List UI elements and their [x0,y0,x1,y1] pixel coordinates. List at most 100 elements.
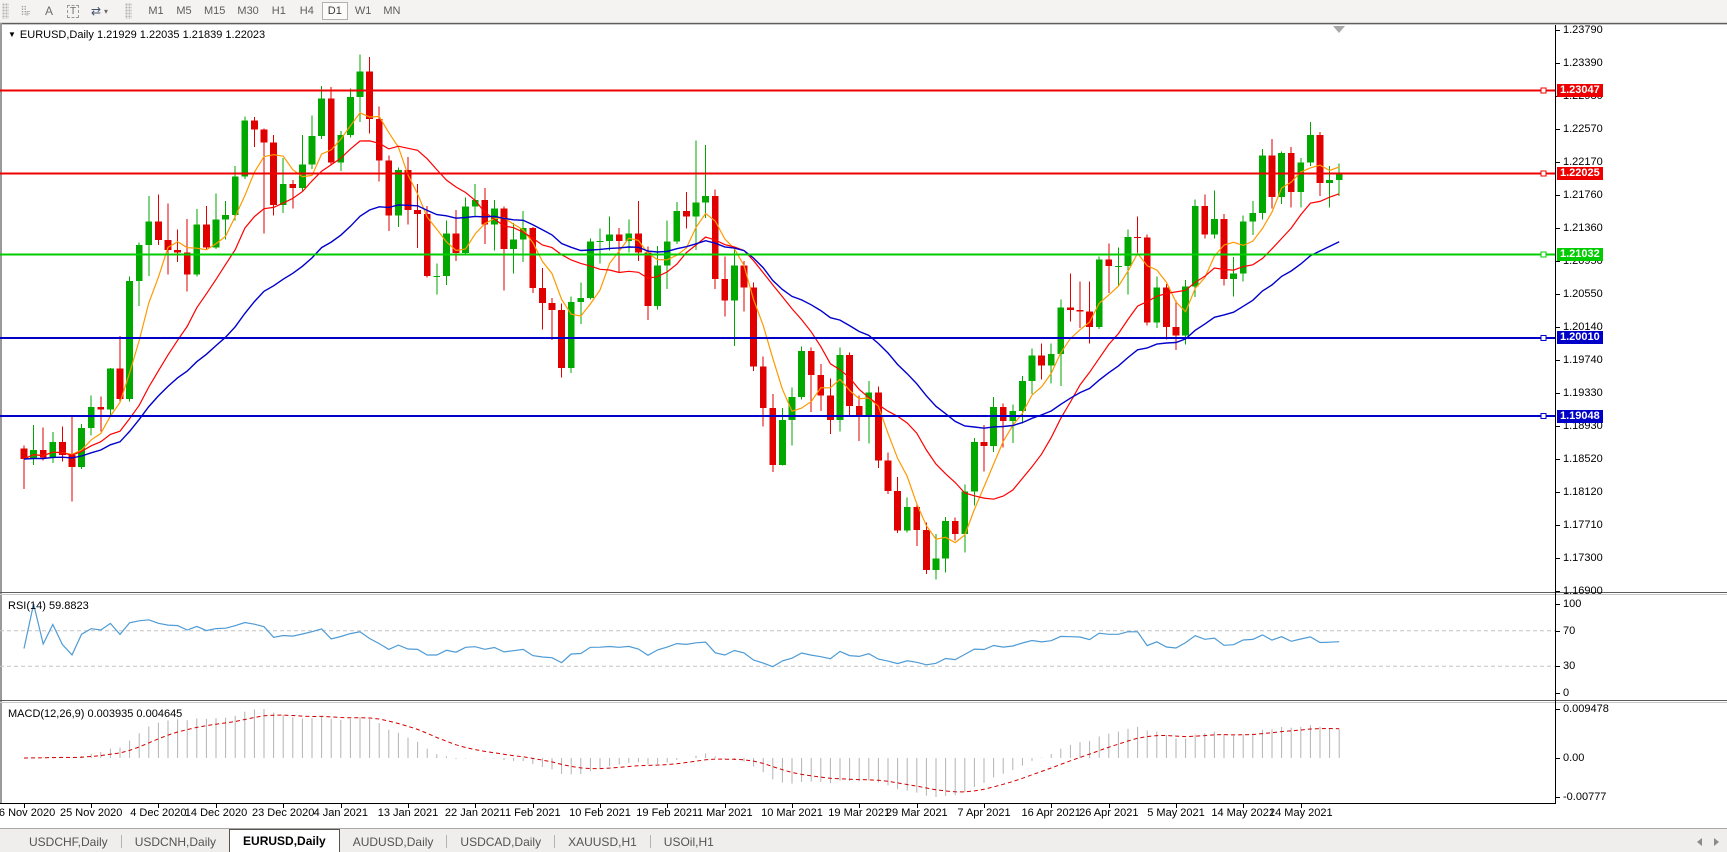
grid-f-glyph: ⣿F [21,5,30,18]
grid-f-icon[interactable]: ⣿F [13,1,37,21]
tab-scroll-right-icon[interactable] [1714,838,1719,846]
candle-body [549,303,556,310]
timeframe-button-d1[interactable]: D1 [322,2,348,20]
panel-separator[interactable] [0,592,1727,593]
candle-body [1000,407,1007,421]
candle-body [673,211,680,242]
chart-tab-eurusd[interactable]: EURUSD,Daily [229,829,340,852]
candle-body [741,265,748,287]
candle-body [289,184,296,188]
text-a-icon[interactable]: A [37,1,61,21]
price-axis-label: 1.19740 [1563,354,1603,366]
candle-body [952,521,959,534]
price-axis-label: 1.21760 [1563,189,1603,201]
chart-tab-audusd[interactable]: AUDUSD,Daily [340,832,447,852]
arrows-tool-icon[interactable]: ⇄ ▾ [85,1,117,21]
tab-scroll-left-icon[interactable] [1697,838,1702,846]
date-axis-label: 4 Jan 2021 [314,807,368,819]
rsi-value: 59.8823 [49,600,89,612]
candle-body [885,461,892,491]
level-line[interactable] [0,88,1555,93]
timeframe-button-mn[interactable]: MN [378,2,405,20]
price-axis-label: 1.16900 [1563,585,1603,597]
timeframe-button-h1[interactable]: H1 [266,2,292,20]
candle-body [232,177,239,215]
candle-body [1278,153,1285,197]
macd-chart[interactable] [0,703,1556,803]
timeframe-button-h4[interactable]: H4 [294,2,320,20]
toolbar-grip-2[interactable] [125,3,132,19]
price-axis-tick [1556,426,1560,427]
date-axis-label: 4 Dec 2020 [130,807,186,819]
candle-body [568,302,575,368]
candle-body [1326,180,1333,183]
candle-body [1211,219,1218,234]
candle-body [577,298,584,302]
candle-body [1115,266,1122,267]
macd-axis-label: 0.009478 [1563,703,1609,715]
chart-tab-usdcad[interactable]: USDCAD,Daily [447,832,554,852]
rsi-chart[interactable] [0,595,1556,700]
candle-body [1067,308,1074,310]
chart-tab-usoil[interactable]: USOil,H1 [651,832,727,852]
candle-body [606,234,613,241]
timeframe-button-m30[interactable]: M30 [232,2,263,20]
candle-body [193,225,200,275]
candle-body [817,375,824,395]
date-axis-label: 10 Mar 2021 [761,807,823,819]
candle-body [1048,354,1055,365]
chart-tab-usdchf[interactable]: USDCHF,Daily [16,832,121,852]
timeframe-button-w1[interactable]: W1 [350,2,377,20]
timeframe-button-m1[interactable]: M1 [143,2,169,20]
candle-body [88,407,95,428]
ma-slow-line [24,205,1339,459]
candle-body [174,250,181,252]
price-axis-tick [1556,393,1560,394]
candle-body [923,530,930,570]
price-axis-label: 1.23790 [1563,24,1603,36]
collapse-triangle-icon[interactable]: ▼ [8,30,16,39]
timeframe-button-m15[interactable]: M15 [199,2,230,20]
ma-fast-line [24,113,1339,543]
candle-body [981,442,988,446]
date-axis-label: 19 Mar 2021 [828,807,890,819]
candle-body [1230,273,1237,279]
candle-body [558,310,565,368]
macd-axis-tick [1556,797,1560,798]
candlestick-chart[interactable] [0,25,1556,592]
chart-tab-xauusd[interactable]: XAUUSD,H1 [555,832,650,852]
candle-body [933,558,940,569]
panel-separator3[interactable] [0,700,1727,701]
candle-body [40,450,47,457]
candle-body [251,120,258,129]
candle-body [49,442,56,457]
level-line[interactable] [0,414,1555,419]
candle-body [1307,135,1314,163]
macd-axis-tick [1556,709,1560,710]
price-axis-tick [1556,459,1560,460]
toolbar-grip[interactable] [2,3,9,19]
price-axis-tick [1556,129,1560,130]
macd-title: MACD(12,26,9) 0.003935 0.004645 [8,708,182,720]
level-line[interactable] [0,335,1555,340]
candle-body [501,208,508,249]
price-axis-tick [1556,162,1560,163]
timeframe-button-m5[interactable]: M5 [171,2,197,20]
candle-body [1201,206,1208,234]
candle-body [414,210,421,214]
candle-body [645,252,652,306]
date-axis-line [0,803,1556,804]
price-axis-label: 1.22170 [1563,156,1603,168]
chart-tab-usdcnh[interactable]: USDCNH,Daily [122,832,229,852]
price-axis-tick [1556,558,1560,559]
level-price-badge: 1.22025 [1557,167,1603,180]
toolbar: ⣿F A T ⇄ ▾ M1M5M15M30H1H4D1W1MN [0,0,1727,23]
timeframe-buttons: M1M5M15M30H1H4D1W1MN [142,2,406,20]
price-axis-tick [1556,360,1560,361]
candle-body [721,279,728,300]
text-box-glyph: T [67,5,79,18]
rsi-axis-label: 30 [1563,660,1575,672]
candle-body [376,119,383,161]
candle-body [904,507,911,531]
text-box-icon[interactable]: T [61,1,85,21]
